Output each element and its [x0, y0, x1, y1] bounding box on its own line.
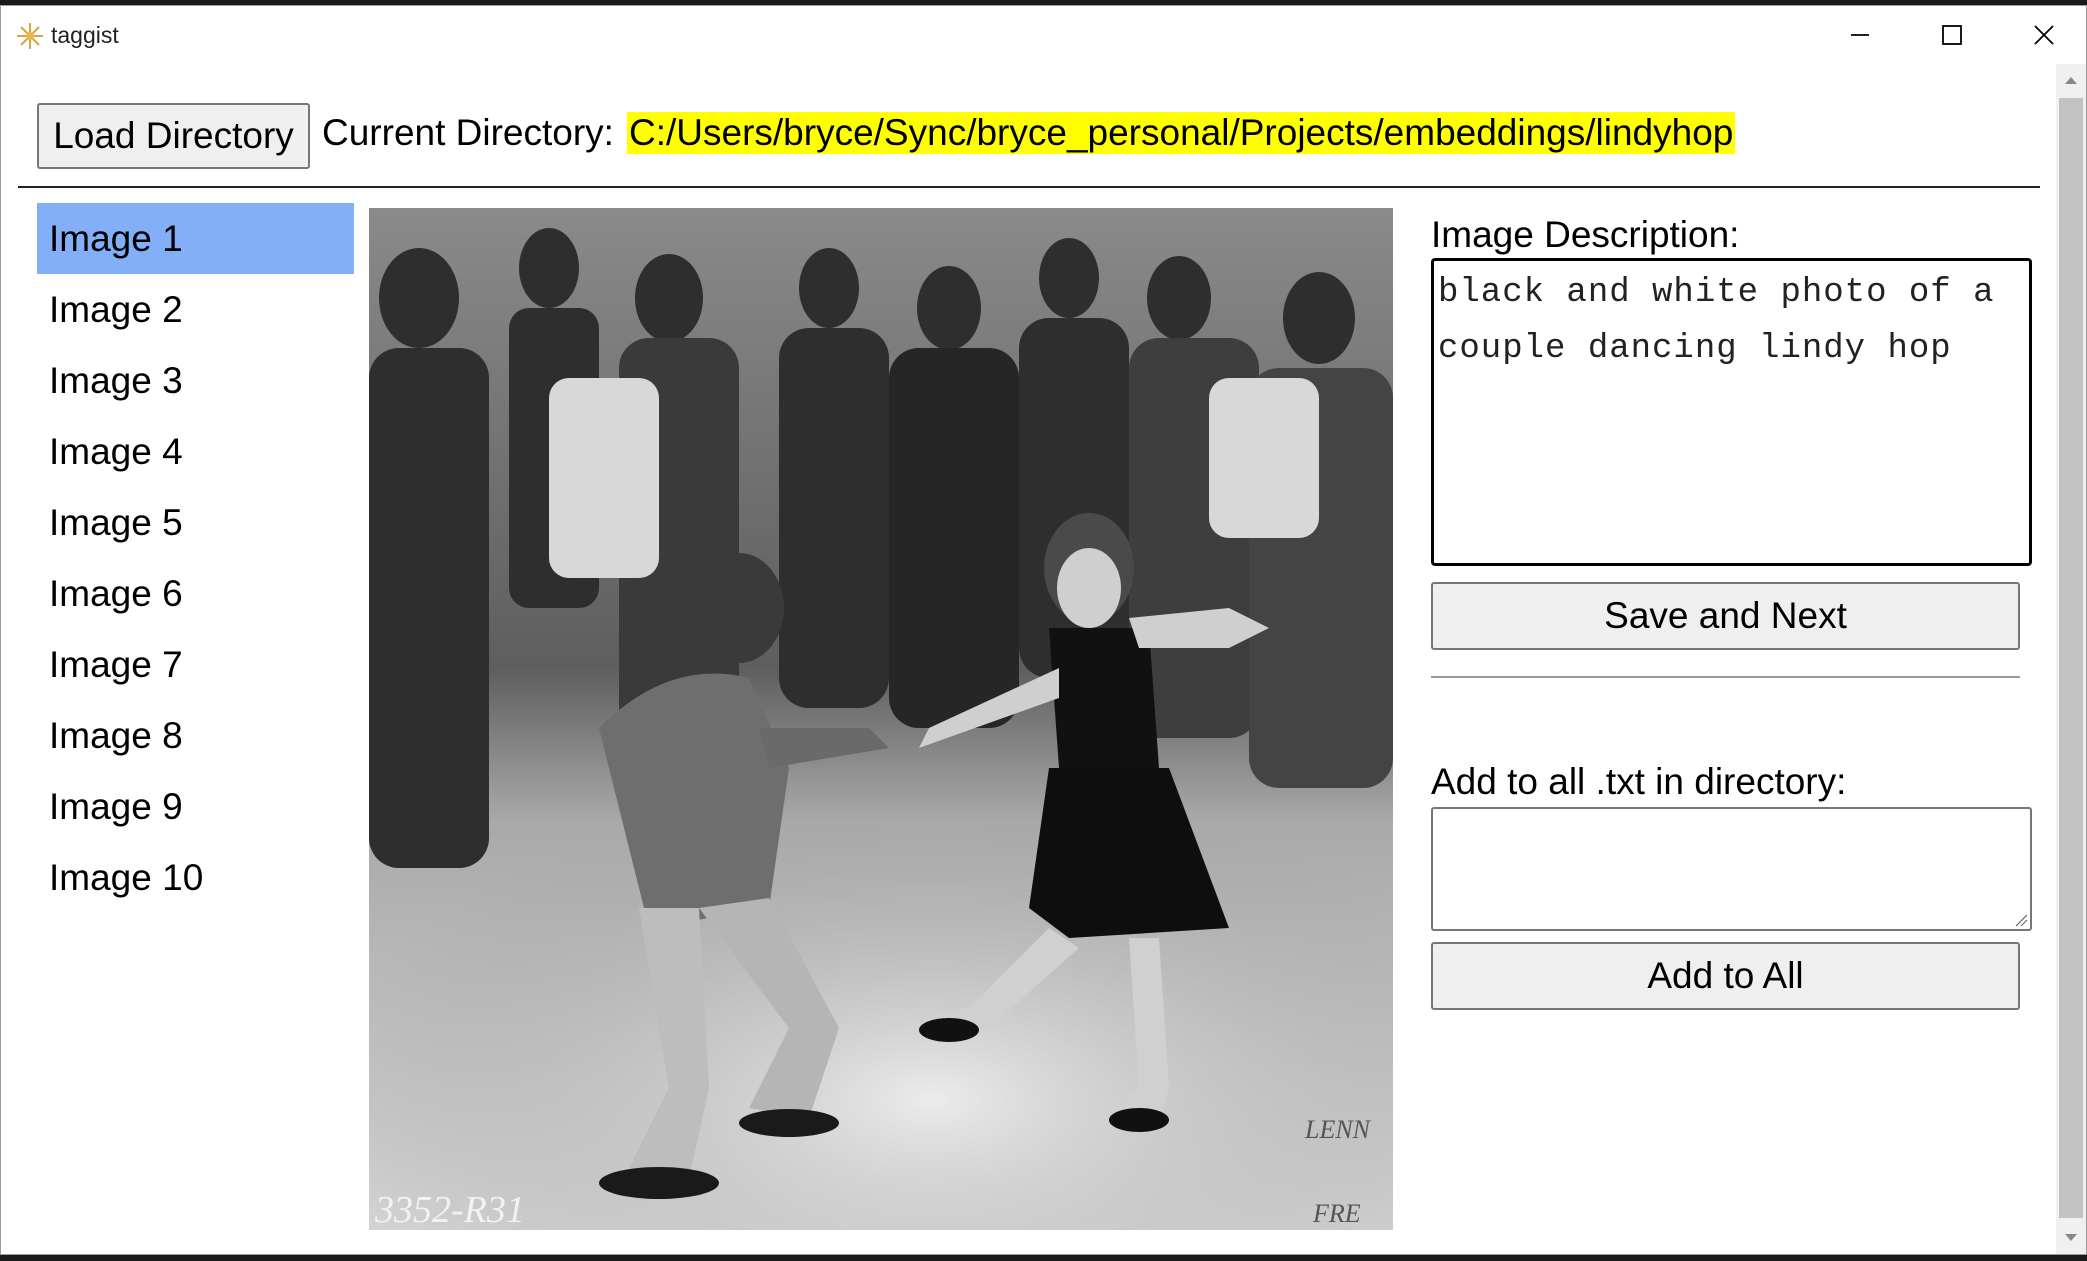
add-to-all-textarea[interactable]: [1431, 807, 2032, 931]
maximize-icon: [1942, 25, 1962, 45]
image-list-item[interactable]: Image 6: [37, 558, 354, 629]
window-title: taggist: [51, 22, 119, 48]
sparkle-icon: [17, 23, 43, 49]
title-bar[interactable]: taggist: [1, 6, 2086, 64]
dance-photo: 3352-R31 LENN FRE: [369, 208, 1393, 1230]
main-content: Load Directory Current Directory: C:/Use…: [1, 64, 2055, 1254]
scroll-thumb[interactable]: [2059, 98, 2083, 1218]
image-list-item[interactable]: Image 1: [37, 203, 354, 274]
arrow-down-icon: [2065, 1234, 2077, 1241]
load-directory-button[interactable]: Load Directory: [37, 103, 310, 169]
add-to-all-button[interactable]: Add to All: [1431, 942, 2020, 1010]
image-list-item[interactable]: Image 5: [37, 487, 354, 558]
minimize-icon: [1851, 34, 1869, 36]
vertical-scrollbar[interactable]: [2056, 64, 2086, 1254]
photo-mark-right-2: FRE: [1312, 1199, 1361, 1228]
photo-mark-left: 3352-R31: [374, 1189, 525, 1230]
add-to-all-label: Add to all .txt in directory:: [1431, 761, 1847, 802]
image-list-item[interactable]: Image 8: [37, 700, 354, 771]
header-divider: [18, 186, 2040, 188]
save-and-next-button[interactable]: Save and Next: [1431, 582, 2020, 650]
minimize-button[interactable]: [1814, 6, 1906, 64]
panel-divider: [1431, 676, 2020, 678]
photo-mark-right: LENN: [1304, 1115, 1372, 1144]
description-label: Image Description:: [1431, 214, 1740, 255]
image-list-item[interactable]: Image 7: [37, 629, 354, 700]
image-list: Image 1 Image 2 Image 3 Image 4 Image 5 Image…: [37, 203, 354, 913]
arrow-up-icon: [2065, 77, 2077, 84]
close-button[interactable]: [1998, 6, 2086, 64]
image-list-item[interactable]: Image 9: [37, 771, 354, 842]
app-window: taggist Load Directory Current Directory…: [0, 5, 2087, 1255]
close-icon: [2034, 25, 2054, 45]
image-list-item[interactable]: Image 4: [37, 416, 354, 487]
image-list-item[interactable]: Image 2: [37, 274, 354, 345]
current-directory-label: Current Directory:: [322, 112, 614, 153]
scroll-down-button[interactable]: [2056, 1224, 2086, 1252]
resize-grip-icon[interactable]: [2014, 913, 2028, 927]
scroll-up-button[interactable]: [2056, 66, 2086, 94]
image-list-item[interactable]: Image 10: [37, 842, 354, 913]
current-directory-path: C:/Users/bryce/Sync/bryce_personal/Proje…: [627, 112, 1736, 154]
description-textarea[interactable]: black and white photo of a couple dancin…: [1431, 258, 2032, 566]
image-list-item[interactable]: Image 3: [37, 345, 354, 416]
maximize-button[interactable]: [1906, 6, 1998, 64]
